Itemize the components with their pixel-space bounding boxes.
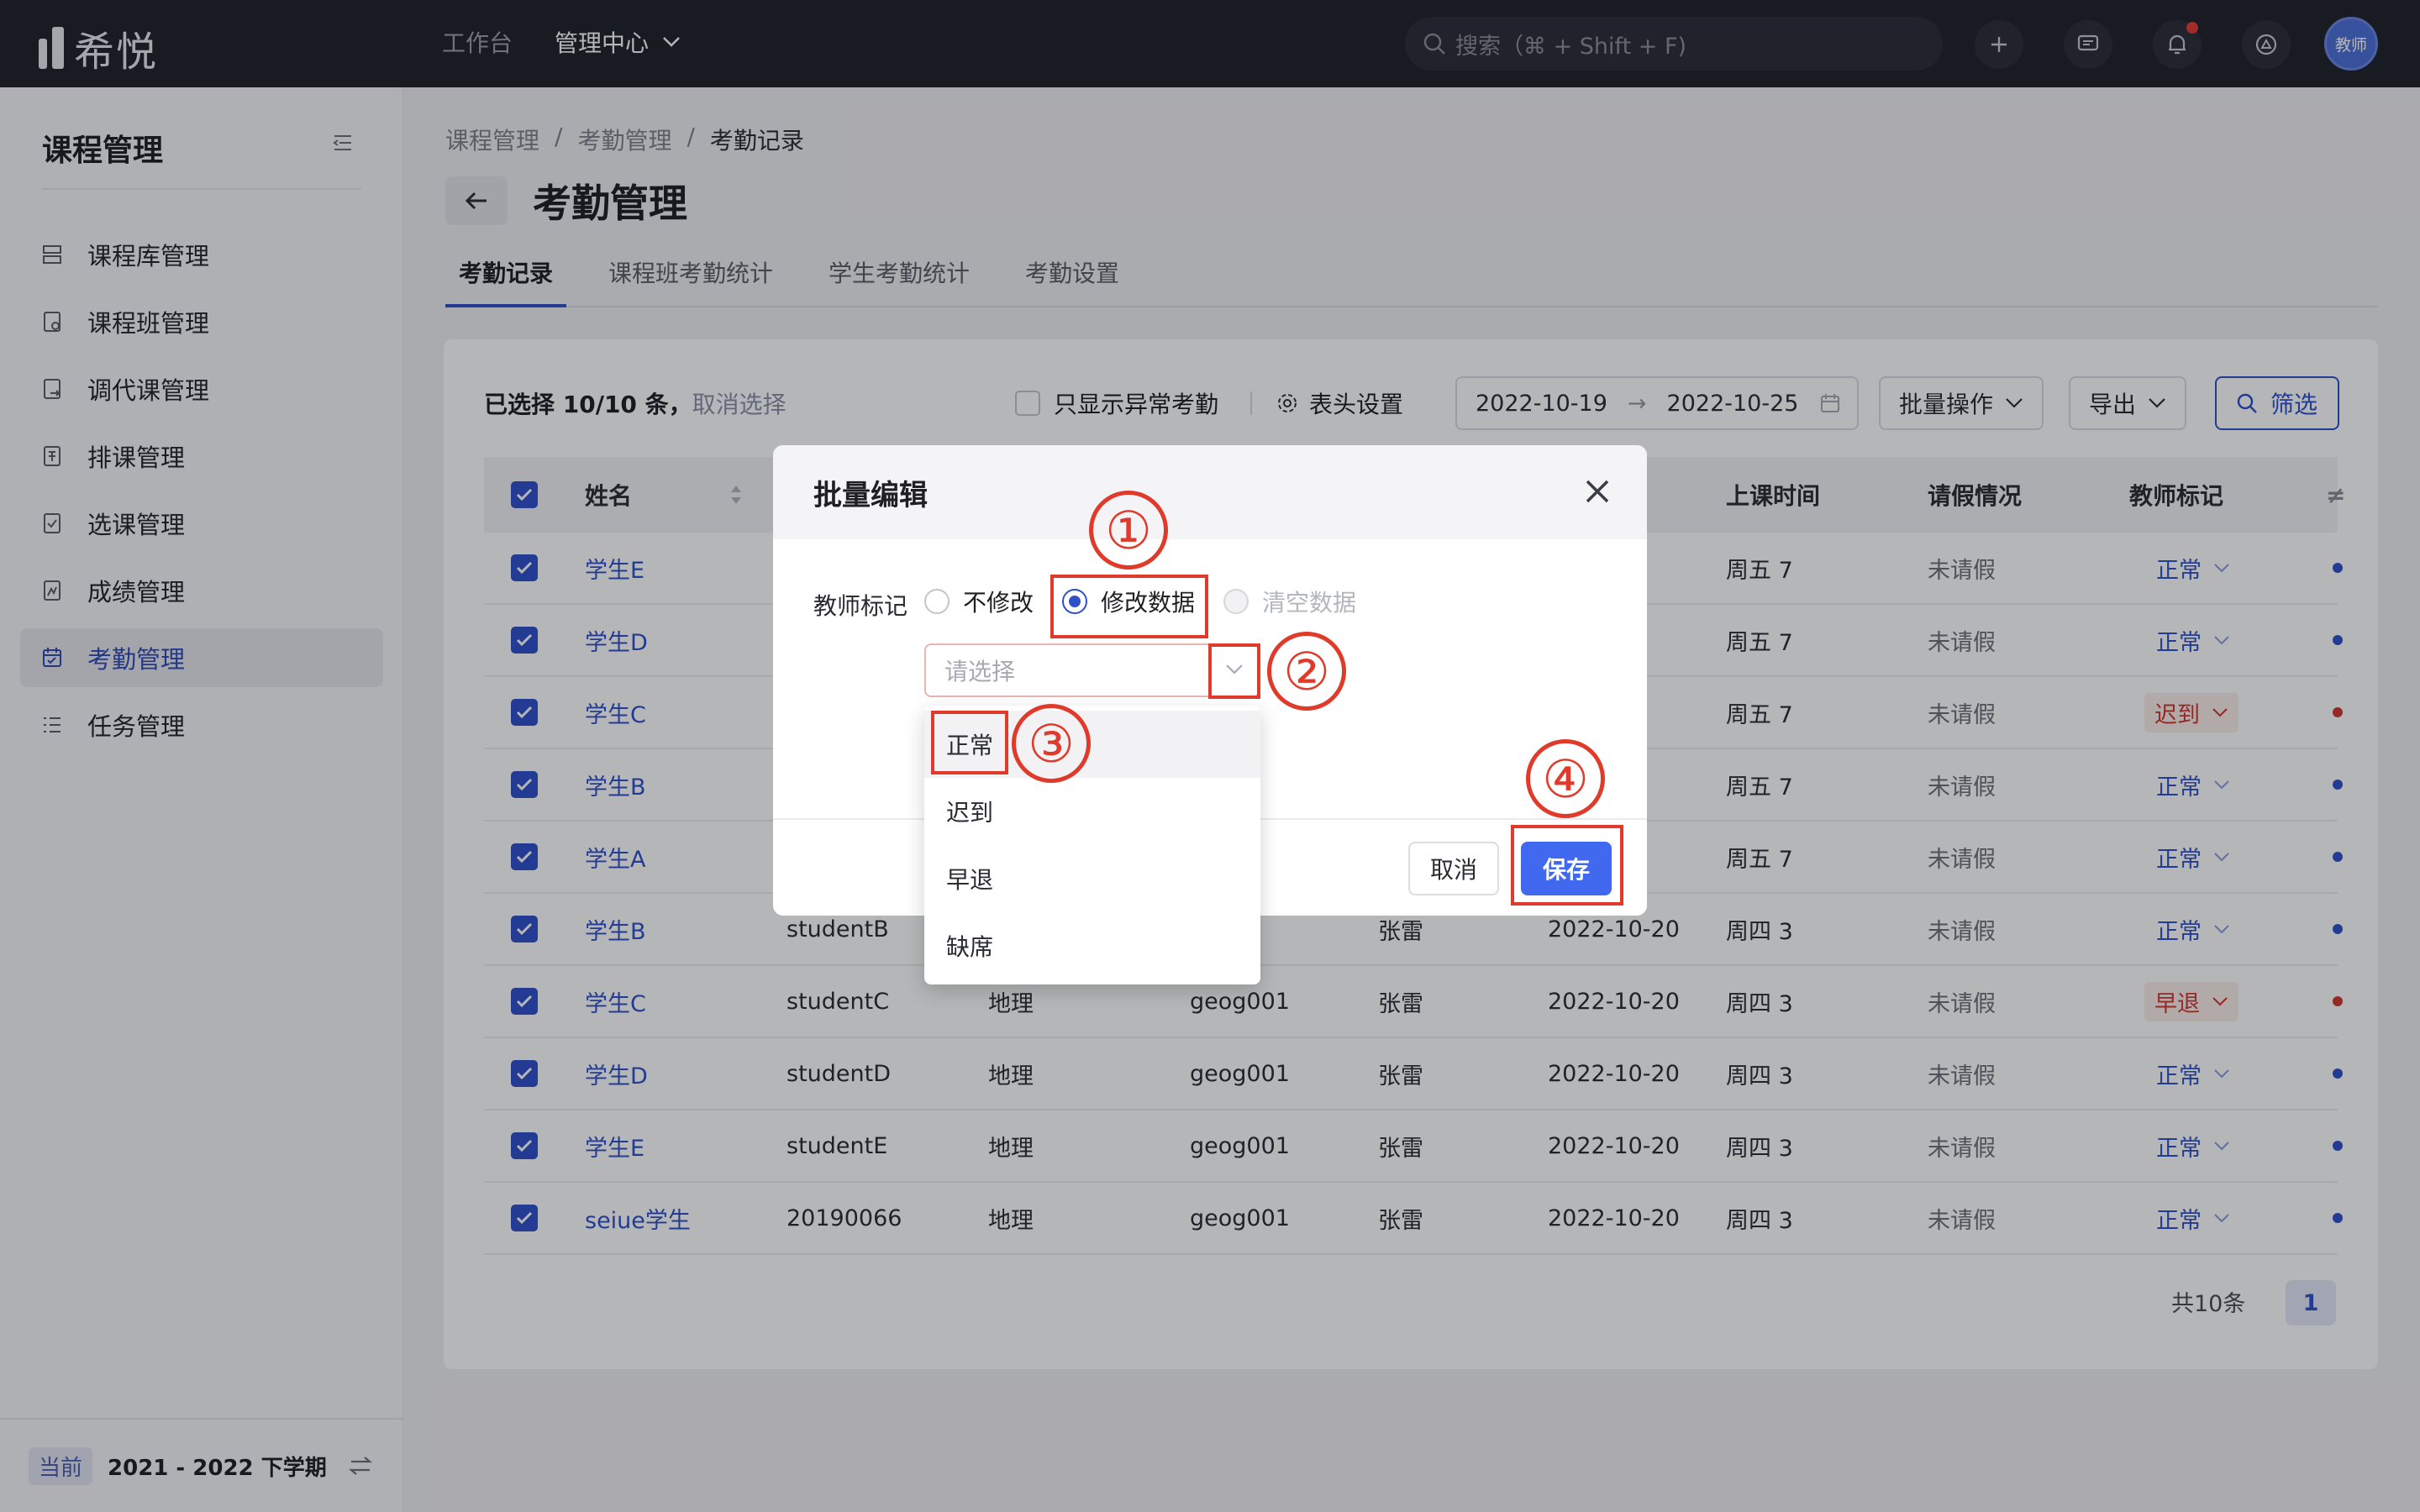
select-placeholder: 请选择 bbox=[944, 658, 1016, 685]
option-early-leave[interactable]: 早退 bbox=[924, 845, 1260, 912]
modal-title: 批量编辑 bbox=[813, 478, 928, 512]
annotation-number-4: ④ bbox=[1526, 739, 1605, 818]
radio-circle bbox=[924, 589, 950, 614]
annotation-box-2 bbox=[1208, 643, 1260, 699]
option-late[interactable]: 迟到 bbox=[924, 778, 1260, 845]
radio-circle-disabled bbox=[1223, 589, 1249, 614]
teacher-mark-label: 教师标记 bbox=[813, 592, 908, 620]
annotation-number-1: ① bbox=[1089, 491, 1168, 570]
radio-clear-data: 清空数据 bbox=[1223, 585, 1356, 618]
radio-label: 不修改 bbox=[963, 589, 1034, 617]
annotation-number-2: ② bbox=[1267, 632, 1346, 711]
radio-label: 清空数据 bbox=[1262, 589, 1357, 617]
option-absent[interactable]: 缺席 bbox=[924, 912, 1260, 979]
annotation-box-3 bbox=[931, 711, 1008, 774]
modal-header: 批量编辑 bbox=[773, 445, 1647, 539]
annotation-number-3: ③ bbox=[1012, 704, 1091, 783]
close-icon[interactable] bbox=[1583, 477, 1612, 506]
radio-no-change[interactable]: 不修改 bbox=[924, 585, 1034, 618]
annotation-box-1 bbox=[1050, 575, 1208, 638]
annotation-box-4 bbox=[1511, 825, 1623, 906]
cancel-button[interactable]: 取消 bbox=[1408, 842, 1499, 895]
